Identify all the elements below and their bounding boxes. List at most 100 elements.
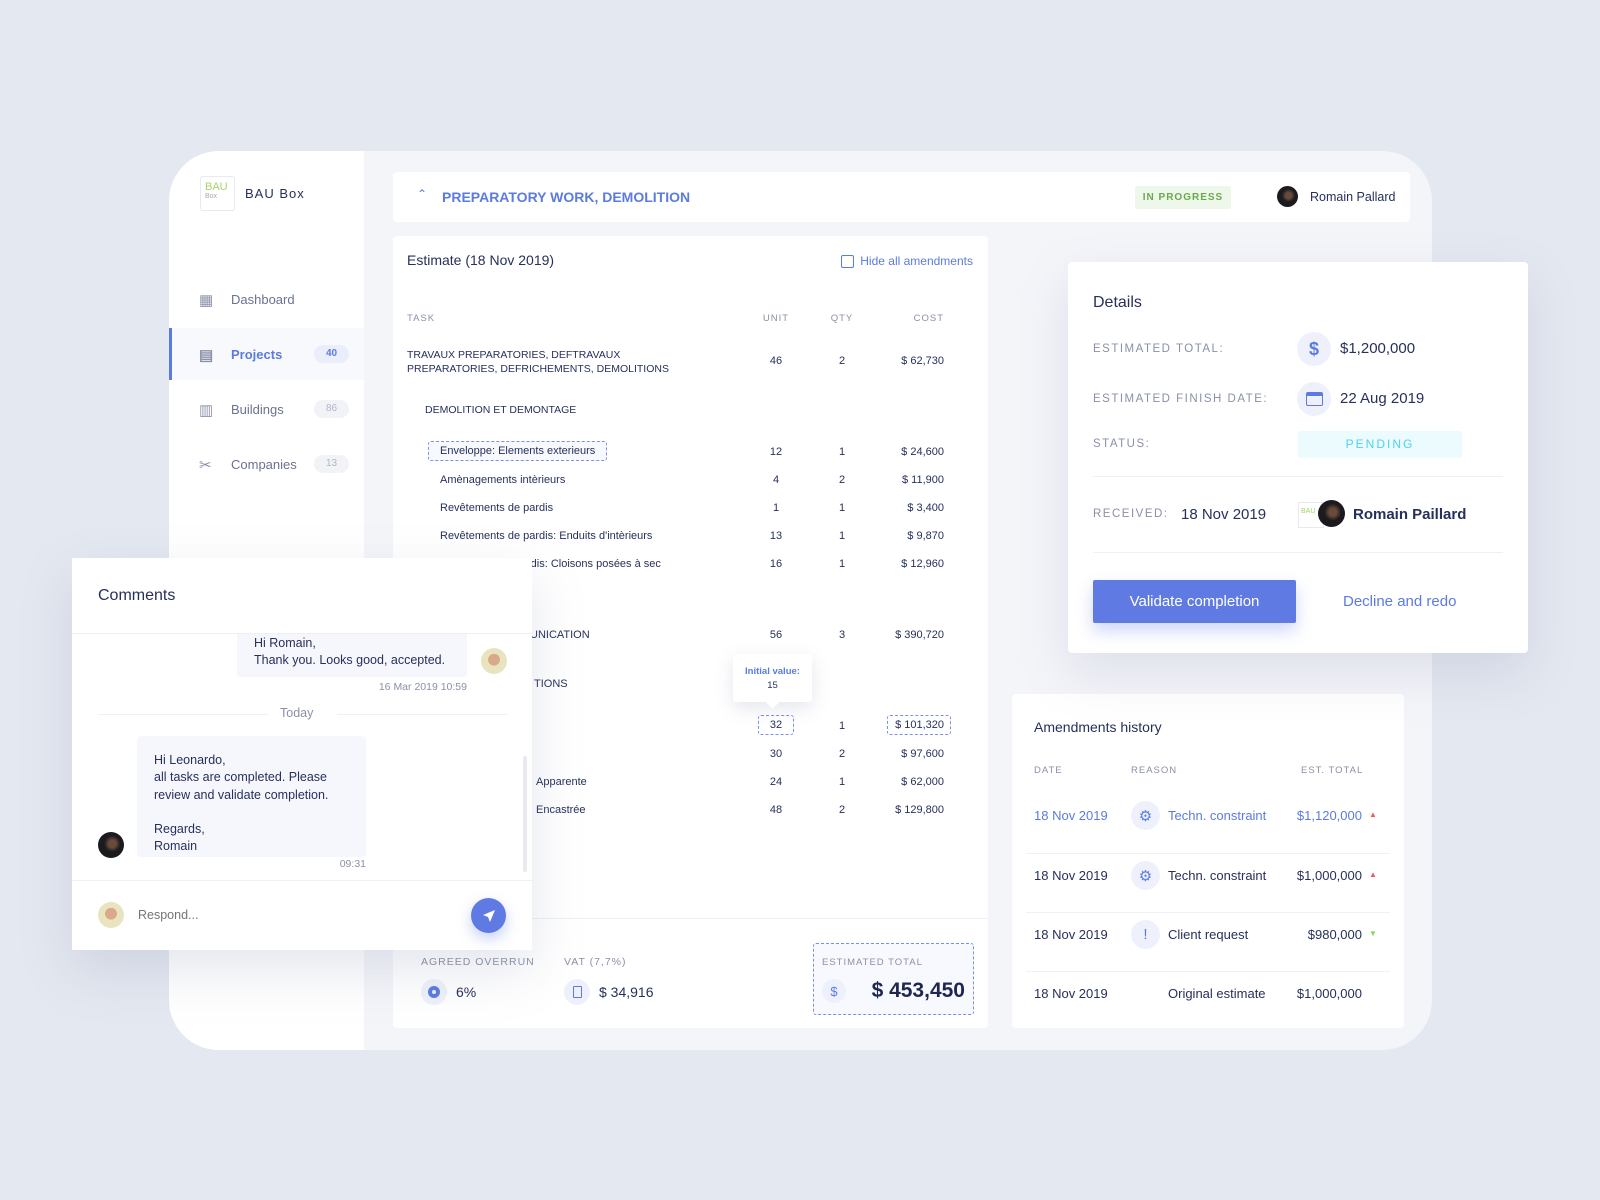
amendment-row[interactable]: 18 Nov 2019 Original estimate $1,000,000 — [1026, 971, 1390, 1015]
cost-value: $ 24,600 — [901, 446, 944, 458]
tools-icon: ✂ — [199, 457, 212, 474]
task-name: Apparente — [536, 776, 587, 788]
messages-list[interactable]: Hi Romain, Thank you. Looks good, accept… — [72, 634, 532, 880]
received-label: RECEIVED: — [1093, 508, 1169, 520]
decline-and-redo-link[interactable]: Decline and redo — [1343, 593, 1456, 610]
estimate-title: Estimate (18 Nov 2019) — [407, 252, 555, 268]
unit-value: 1 — [772, 502, 780, 514]
hide-amendments-link[interactable]: Hide all amendments — [841, 254, 973, 268]
user-name[interactable]: Romain Pallard — [1310, 190, 1395, 204]
amendment-row[interactable]: 18 Nov 2019 ⚙ Techn. constraint $1,120,000 ▲ — [1012, 794, 1404, 838]
finish-date-value: 22 Aug 2019 — [1340, 390, 1425, 407]
estimated-total-label: ESTIMATED TOTAL: — [1093, 343, 1225, 355]
task-name: DEMOLITION ET DEMONTAGE — [425, 404, 577, 416]
message-time: 16 Mar 2019 10:59 — [378, 681, 467, 693]
unit-value: 48 — [769, 804, 783, 816]
date-divider: Today — [280, 706, 314, 720]
scrollbar[interactable] — [523, 756, 527, 872]
chat-alert-icon: ! — [1131, 920, 1160, 949]
arrow-down-icon: ▼ — [1369, 929, 1377, 938]
unit-value: 24 — [769, 776, 783, 788]
task-name: Revêtements de pardis — [440, 502, 554, 514]
vat-value: $ 34,916 — [599, 984, 654, 1000]
cost-value: $ 129,800 — [895, 804, 944, 816]
cost-value: $ 97,600 — [901, 748, 944, 760]
chevron-up-icon[interactable]: ⌃ — [417, 187, 427, 201]
cost-value: $ 101,320 — [887, 715, 951, 735]
dollar-icon: $ — [822, 979, 846, 1003]
divider — [98, 714, 268, 715]
sidebar-item-label: Dashboard — [231, 291, 295, 307]
estimated-total-value: $ 453,450 — [871, 979, 965, 1002]
amendment-reason: Client request — [1168, 927, 1249, 942]
validate-completion-button[interactable]: Validate completion — [1093, 580, 1296, 623]
respond-input[interactable] — [138, 905, 438, 925]
comments-panel: Comments Hi Romain, Thank you. Looks goo… — [72, 558, 532, 950]
dollar-icon: $ — [1297, 332, 1331, 366]
sidebar-item-label: Companies — [231, 456, 297, 472]
column-header-est-total: EST. TOTAL — [1301, 765, 1364, 776]
cost-value: $ 3,400 — [907, 502, 944, 514]
cost-value: $ 62,730 — [901, 355, 944, 367]
vat-label: VAT (7,7%) — [564, 956, 627, 968]
amendment-date: 18 Nov 2019 — [1034, 808, 1108, 823]
grid-icon: ▦ — [199, 292, 214, 309]
task-name: UNICATION — [530, 629, 590, 641]
layers-icon — [841, 254, 855, 268]
table-row[interactable]: TRAVAUX PREPARATORIES, DEFTRAVAUX PREPAR… — [393, 349, 988, 375]
unit-value: 32 — [758, 715, 794, 735]
amendment-total: $1,120,000 — [1296, 808, 1362, 823]
column-header-cost: COST — [913, 313, 944, 324]
task-name: TRAVAUX PREPARATORIES, DEFTRAVAUX PREPAR… — [407, 349, 669, 375]
table-row[interactable]: Revêtements de pardis: Enduits d'intèrie… — [393, 528, 988, 546]
unit-value: 30 — [769, 748, 783, 760]
status-badge: IN PROGRESS — [1135, 186, 1231, 209]
sidebar-item-buildings[interactable]: ▥ Buildings 86 — [169, 383, 364, 435]
amendment-date: 18 Nov 2019 — [1034, 927, 1108, 942]
unit-value: 12 — [769, 446, 783, 458]
logo: BAU Box — [200, 176, 235, 211]
receipt-icon — [564, 979, 590, 1005]
sidebar-item-dashboard[interactable]: ▦ Dashboard — [169, 273, 364, 325]
project-header: ⌃ PREPARATORY WORK, DEMOLITION IN PROGRE… — [393, 172, 1410, 222]
sidebar-item-projects[interactable]: ▤ Projects 40 — [169, 328, 364, 380]
message-bubble: Hi Leonardo, all tasks are completed. Pl… — [137, 736, 366, 857]
amendment-row[interactable]: 18 Nov 2019 ⚙ Techn. constraint $1,000,000 ▲ — [1026, 853, 1390, 897]
app-name: BAU Box — [245, 186, 305, 201]
send-button[interactable] — [471, 898, 506, 933]
amendment-row[interactable]: 18 Nov 2019! Client request $980,000 ▼ — [1026, 912, 1390, 956]
task-name: Revêtements de pardis: Enduits d'intèrie… — [440, 530, 653, 542]
table-row[interactable]: Amènagements intèrieurs 4 2 $ 11,900 — [393, 472, 988, 490]
finish-date-label: ESTIMATED FINISH DATE: — [1093, 393, 1269, 405]
send-icon — [482, 909, 495, 922]
count-badge: 40 — [314, 345, 349, 363]
column-header-date: DATE — [1034, 765, 1063, 776]
details-card: Details ESTIMATED TOTAL: $ $1,200,000 ES… — [1068, 262, 1528, 653]
received-date: 18 Nov 2019 — [1181, 506, 1267, 523]
task-name: rdis: Cloisons posées à sec — [527, 558, 661, 570]
task-name: TIONS — [534, 678, 568, 690]
building-icon: ▥ — [199, 402, 214, 419]
unit-value: 46 — [769, 355, 783, 367]
column-header-task: TASK — [407, 313, 436, 324]
table-row[interactable]: Revêtements de pardis 1 1 $ 3,400 — [393, 500, 988, 518]
divider — [1093, 552, 1503, 553]
document-icon: ▤ — [199, 347, 214, 364]
agreed-overrun-value: 6% — [456, 984, 477, 1000]
gear-icon: ⚙ — [1131, 801, 1160, 830]
divider — [1093, 476, 1503, 477]
amendments-card: Amendments history DATE REASON EST. TOTAL … — [1012, 694, 1404, 1028]
pie-icon — [421, 979, 447, 1005]
task-name: Encastrée — [536, 804, 586, 816]
cost-value: $ 9,870 — [907, 530, 944, 542]
initial-value-tooltip: Initial value: 15 — [733, 654, 812, 709]
table-row[interactable]: Enveloppe: Elements exterieurs 12 1 $ 24,60… — [393, 441, 988, 462]
status-label: STATUS: — [1093, 438, 1151, 450]
status-pill: PENDING — [1298, 431, 1462, 458]
amendment-reason: Original estimate — [1168, 986, 1266, 1001]
cost-value: $ 11,900 — [901, 474, 944, 486]
sidebar-item-companies[interactable]: ✂ Companies 13 — [169, 438, 364, 490]
project-title[interactable]: PREPARATORY WORK, DEMOLITION — [442, 189, 690, 205]
amendment-total: $1,000,000 — [1296, 868, 1362, 883]
table-row[interactable]: DEMOLITION ET DEMONTAGE — [393, 402, 988, 420]
